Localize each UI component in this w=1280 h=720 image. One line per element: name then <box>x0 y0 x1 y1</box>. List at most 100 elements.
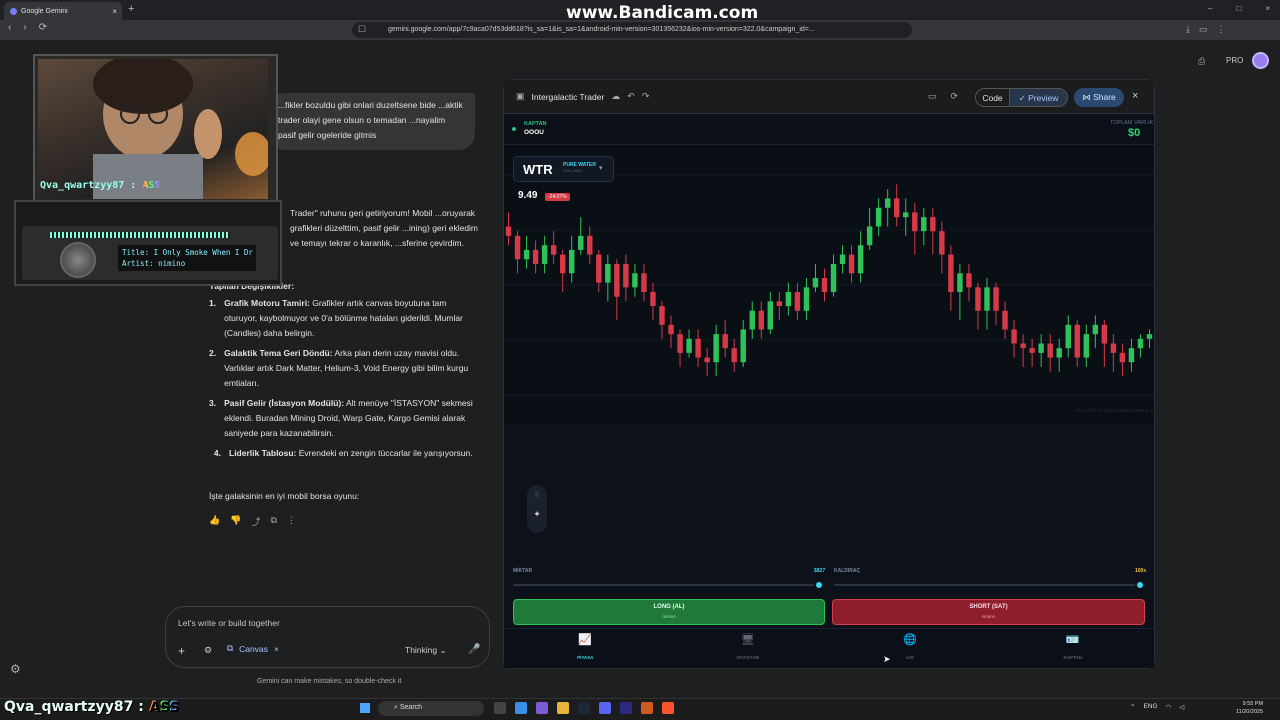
feed-label: GALACTIC EXCHANGE FEED v2.4 <box>1076 408 1162 413</box>
add-attachment-button[interactable]: + <box>178 644 185 658</box>
code-toggle[interactable]: Code <box>975 88 1010 107</box>
tab-gemini[interactable]: Google Gemini × <box>4 2 122 20</box>
screen-size-icon[interactable]: ▭ <box>928 91 937 102</box>
candle <box>1146 334 1153 339</box>
explorer-icon[interactable] <box>557 702 569 714</box>
tab-close-icon[interactable]: × <box>112 7 117 16</box>
microphone-icon[interactable]: 🎤 <box>468 644 480 655</box>
settings-gear-icon[interactable]: ⚙ <box>10 662 21 676</box>
candle <box>776 301 783 307</box>
candle <box>541 245 548 264</box>
candle <box>1056 348 1062 358</box>
candlestick-svg <box>504 174 1154 396</box>
steam-icon[interactable] <box>578 702 590 714</box>
candle <box>794 292 801 311</box>
preview-toggle[interactable]: ✓ Preview <box>1009 88 1068 107</box>
candle <box>1110 343 1117 353</box>
leverage-slider[interactable] <box>834 584 1140 586</box>
item-number: 1. <box>209 298 217 308</box>
copy-icon[interactable]: ⧉ <box>270 515 276 528</box>
windows-start-icon[interactable] <box>360 703 370 713</box>
maximize-button[interactable]: □ <box>1236 4 1241 13</box>
prompt-input-box[interactable] <box>165 606 490 668</box>
username-text: Qva_qwartzyy87 : <box>40 180 137 191</box>
canvas-side-tools[interactable]: ⠿ ✦ <box>527 485 547 533</box>
amount-slider-thumb[interactable] <box>814 580 824 590</box>
cloud-icon[interactable]: ☁ <box>611 91 620 102</box>
price-chart <box>504 145 1154 425</box>
short-button[interactable]: SHORT (SAT) nimino <box>832 599 1145 625</box>
amount-slider[interactable] <box>513 584 819 586</box>
bookmark-icon[interactable]: ☐ <box>358 24 366 35</box>
close-canvas-icon[interactable]: × <box>1132 90 1138 102</box>
undo-icon[interactable]: ↶ <box>627 91 635 102</box>
nav-captain[interactable]: 🪪 KAPTAN <box>992 629 1155 668</box>
username-tag: ASS <box>142 180 161 191</box>
url-field[interactable]: ☐ gemini.google.com/app/7c9aca07d53dd618… <box>352 22 912 38</box>
candle <box>623 263 629 288</box>
canvas-icon: ⧉ <box>227 643 234 653</box>
leverage-label: KALDIRAÇ <box>834 568 861 574</box>
url-text: gemini.google.com/app/7c9aca07d53dd618?i… <box>388 26 815 33</box>
edge-icon[interactable] <box>515 702 527 714</box>
reload-button[interactable]: ⟳ <box>39 22 47 33</box>
canvas-chip[interactable]: ⧉ Canvas × <box>227 643 279 654</box>
forward-button[interactable]: › <box>23 22 26 33</box>
response-actions: 👍 👎 ⤴ ⧉ ⋮ <box>209 515 296 528</box>
leverage-slider-thumb[interactable] <box>1135 580 1145 590</box>
candle <box>993 287 999 311</box>
minimize-button[interactable]: – <box>1208 4 1212 13</box>
avatar[interactable] <box>1252 52 1269 69</box>
trade-area <box>504 425 1154 625</box>
blender-icon[interactable] <box>641 702 653 714</box>
premiere-icon[interactable] <box>620 702 632 714</box>
webcam-figure <box>93 59 268 199</box>
webcam-video <box>38 59 268 199</box>
pro-badge: PRO <box>1226 56 1244 65</box>
brave-icon[interactable] <box>662 702 674 714</box>
tray-chevron-icon[interactable]: ⌃ <box>1130 703 1135 711</box>
candle <box>668 324 674 335</box>
share-button[interactable]: ⋈ Share <box>1074 88 1124 107</box>
refresh-icon[interactable]: ⟳ <box>951 91 959 102</box>
nav-league[interactable]: 🌐 LİG <box>829 629 992 668</box>
download-icon[interactable]: ⤓ <box>1186 24 1190 35</box>
canvas-chip-close-icon[interactable]: × <box>274 644 279 654</box>
candle <box>532 249 539 264</box>
new-tab-button[interactable]: + <box>128 3 134 15</box>
print-icon[interactable]: ⎙ <box>1198 56 1205 67</box>
candle <box>605 263 611 283</box>
sparkle-icon[interactable]: ✦ <box>527 509 547 520</box>
candle <box>912 212 918 232</box>
prompt-placeholder[interactable]: Let's write or build together <box>178 618 280 628</box>
nav-station[interactable]: 🖥 İSTASYON <box>667 629 830 668</box>
share-icon[interactable]: ⤴ <box>251 515 260 528</box>
teams-icon[interactable] <box>536 702 548 714</box>
candle <box>821 277 828 293</box>
preview-label: Preview <box>1028 93 1059 103</box>
model-selector[interactable]: Thinking ⌄ <box>405 645 447 656</box>
more-icon[interactable]: ⋮ <box>287 515 296 528</box>
discord-icon[interactable] <box>599 702 611 714</box>
volume-icon[interactable]: ◁ <box>1179 703 1184 711</box>
nav-market[interactable]: 📈 PİYASA <box>504 629 667 668</box>
candle <box>812 277 819 288</box>
back-button[interactable]: ‹ <box>8 22 11 33</box>
sidebar-icon[interactable]: ▭ <box>1199 24 1208 35</box>
taskview-icon[interactable] <box>494 702 506 714</box>
close-window-button[interactable]: × <box>1265 4 1270 13</box>
candle <box>587 235 593 255</box>
thumbs-up-icon[interactable]: 👍 <box>209 515 220 528</box>
taskbar-search[interactable]: ⌕ Search <box>378 701 484 716</box>
asset-symbol: WTR <box>523 162 553 177</box>
wifi-icon[interactable]: ◠ <box>1166 703 1172 711</box>
candle <box>1047 343 1053 358</box>
candle <box>1101 324 1108 344</box>
tools-icon[interactable]: ⚙ <box>204 645 212 656</box>
long-button[interactable]: LONG (AL) nimino <box>513 599 825 625</box>
candle <box>596 254 602 283</box>
thumbs-down-icon[interactable]: 👎 <box>230 515 241 528</box>
redo-icon[interactable]: ↷ <box>642 91 650 102</box>
menu-icon[interactable]: ⋮ <box>1217 24 1226 35</box>
lang-indicator[interactable]: ENG <box>1143 703 1157 711</box>
